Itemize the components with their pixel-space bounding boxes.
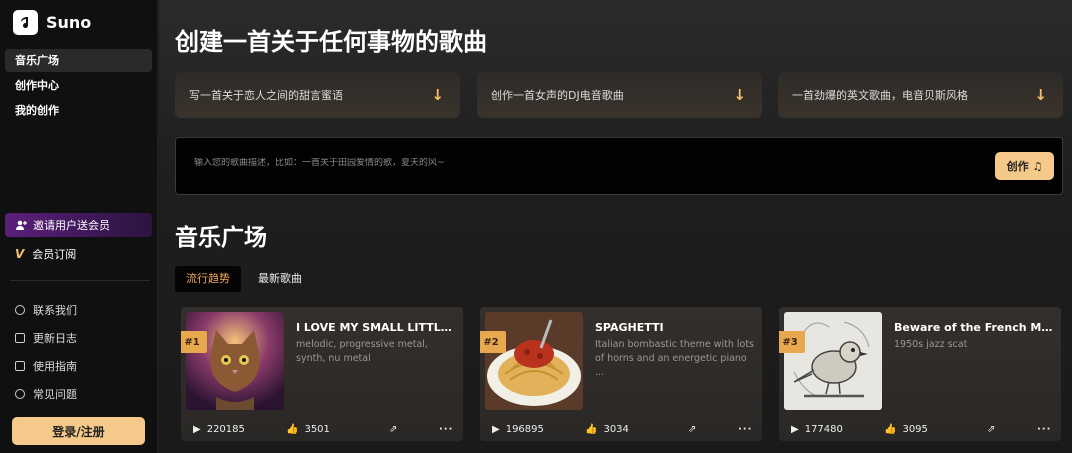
sidebar-link-faq[interactable]: 常见问题 <box>15 380 77 408</box>
arrow-down-icon: ↓ <box>1034 86 1047 104</box>
like-button[interactable]: 👍 3501 <box>286 424 330 435</box>
sidebar-link-contact[interactable]: 联系我们 <box>15 296 77 324</box>
section-title: 音乐广场 <box>175 225 267 251</box>
music-note-icon: ♫ <box>1032 160 1043 173</box>
like-count: 3034 <box>603 423 629 435</box>
song-card[interactable]: #2 SPAGHETTI Italian bombastic theme wit… <box>480 307 762 441</box>
rank-badge: #1 <box>181 331 207 353</box>
calendar-icon <box>15 333 25 343</box>
cat-artwork <box>186 312 284 410</box>
sidebar-link-label: 联系我们 <box>33 304 77 317</box>
song-stats: ▶ 220185 👍 3501 ⇗ ··· <box>181 417 463 441</box>
bird-sketch-artwork <box>784 312 882 410</box>
song-stats: ▶ 177480 👍 3095 ⇗ ··· <box>779 417 1061 441</box>
song-tags: 1950s jazz scat <box>894 339 968 350</box>
sidebar-links: 联系我们 更新日志 使用指南 常见问题 <box>15 296 77 408</box>
song-title[interactable]: Beware of the French Men ... <box>894 321 1054 334</box>
play-count: 177480 <box>804 423 843 435</box>
play-button[interactable]: ▶ 177480 <box>791 424 843 435</box>
invite-label: 邀请用户送会员 <box>33 219 110 232</box>
like-count: 3095 <box>902 423 928 435</box>
rank-badge: #2 <box>480 331 506 353</box>
song-stats: ▶ 196895 👍 3034 ⇗ ··· <box>480 417 762 441</box>
suggestion-text: 创作一首女声的DJ电音歌曲 <box>491 89 624 102</box>
song-tags: Italian bombastic theme with lots of hor… <box>595 339 755 378</box>
book-icon <box>15 361 25 371</box>
more-options-icon[interactable]: ··· <box>1037 424 1051 435</box>
membership-label: 会员订阅 <box>32 248 77 261</box>
share-icon[interactable]: ⇗ <box>389 424 397 435</box>
like-button[interactable]: 👍 3034 <box>585 424 629 435</box>
thumbs-up-icon: 👍 <box>884 423 897 435</box>
sidebar: Suno 音乐广场 创作中心 我的创作 邀请用户送会员 V 会员订阅 联系我们 … <box>0 0 158 453</box>
sidebar-link-guide[interactable]: 使用指南 <box>15 352 77 380</box>
suggestion-card[interactable]: 一首劲爆的英文歌曲，电音贝斯风格 ↓ <box>778 72 1063 118</box>
tab-latest[interactable]: 最新歌曲 <box>247 266 313 292</box>
thumbs-up-icon: 👍 <box>286 423 299 435</box>
more-options-icon[interactable]: ··· <box>738 424 752 435</box>
rank-badge: #3 <box>779 331 805 353</box>
suggestion-text: 一首劲爆的英文歌曲，电音贝斯风格 <box>792 89 968 102</box>
vip-v-icon: V <box>15 247 25 261</box>
create-label: 创作 <box>1006 160 1029 173</box>
sidebar-link-label: 常见问题 <box>33 388 77 401</box>
like-button[interactable]: 👍 3095 <box>884 424 928 435</box>
page-title: 创建一首关于任何事物的歌曲 <box>175 28 487 56</box>
suggestion-card[interactable]: 写一首关于恋人之间的甜言蜜语 ↓ <box>175 72 460 118</box>
play-icon: ▶ <box>492 423 500 435</box>
more-options-icon[interactable]: ··· <box>439 424 453 435</box>
brand[interactable]: Suno <box>13 10 91 35</box>
sidebar-item-creation-center[interactable]: 创作中心 <box>5 74 152 97</box>
arrow-down-icon: ↓ <box>733 86 746 104</box>
question-icon <box>15 389 25 399</box>
spaghetti-artwork <box>485 312 583 410</box>
sidebar-divider <box>10 280 150 281</box>
main-content: 创建一首关于任何事物的歌曲 写一首关于恋人之间的甜言蜜语 ↓ 创作一首女声的DJ… <box>159 0 1072 453</box>
play-button[interactable]: ▶ 196895 <box>492 424 544 435</box>
sidebar-link-label: 使用指南 <box>33 360 77 373</box>
create-button[interactable]: 创作 ♫ <box>995 152 1054 180</box>
song-tags: melodic, progressive metal, synth, nu me… <box>296 339 428 364</box>
play-icon: ▶ <box>791 423 799 435</box>
sidebar-item-music-plaza[interactable]: 音乐广场 <box>5 49 152 72</box>
headset-icon <box>15 305 25 315</box>
membership-button[interactable]: V 会员订阅 <box>5 243 152 265</box>
like-count: 3501 <box>304 423 330 435</box>
sidebar-link-changelog[interactable]: 更新日志 <box>15 324 77 352</box>
play-count: 220185 <box>206 423 245 435</box>
song-title[interactable]: SPAGHETTI <box>595 321 755 334</box>
play-count: 196895 <box>505 423 544 435</box>
play-button[interactable]: ▶ 220185 <box>193 424 245 435</box>
thumbs-up-icon: 👍 <box>585 423 598 435</box>
plaza-tabs: 流行趋势 最新歌曲 <box>175 266 313 292</box>
invite-users-button[interactable]: 邀请用户送会员 <box>5 213 152 237</box>
song-title[interactable]: I LOVE MY SMALL LITTLE ... <box>296 321 456 334</box>
song-card[interactable]: #1 I LOVE MY SMALL LITTLE ... melodic, p… <box>181 307 463 441</box>
prompt-box: 创作 ♫ <box>175 137 1063 195</box>
music-note-icon <box>13 10 38 35</box>
login-register-button[interactable]: 登录/注册 <box>12 417 145 445</box>
tab-trending[interactable]: 流行趋势 <box>175 266 241 292</box>
sidebar-item-my-creations[interactable]: 我的创作 <box>5 99 152 122</box>
song-description-input[interactable] <box>194 158 974 168</box>
arrow-down-icon: ↓ <box>431 86 444 104</box>
share-icon[interactable]: ⇗ <box>688 424 696 435</box>
user-add-icon <box>16 220 27 230</box>
sidebar-nav: 音乐广场 创作中心 我的创作 <box>5 49 152 124</box>
suggestion-text: 写一首关于恋人之间的甜言蜜语 <box>189 89 343 102</box>
share-icon[interactable]: ⇗ <box>987 424 995 435</box>
brand-name: Suno <box>46 13 92 32</box>
song-card[interactable]: #3 Beware of the French Men ... 1950s ja… <box>779 307 1061 441</box>
play-icon: ▶ <box>193 423 201 435</box>
sidebar-link-label: 更新日志 <box>33 332 77 345</box>
suggestion-card[interactable]: 创作一首女声的DJ电音歌曲 ↓ <box>477 72 762 118</box>
